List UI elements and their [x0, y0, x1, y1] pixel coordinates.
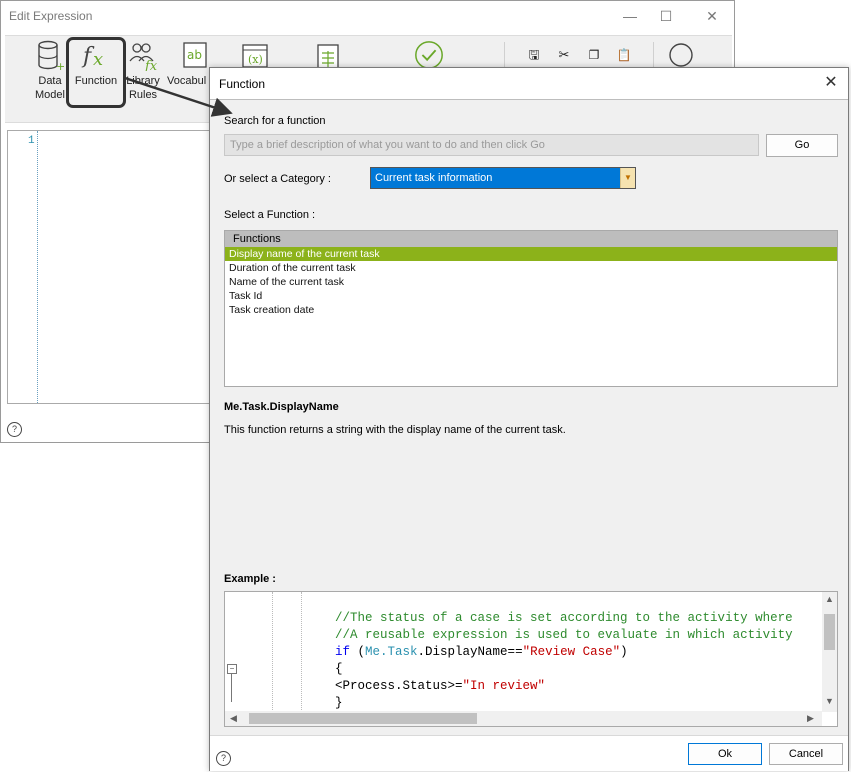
category-value: Current task information	[375, 172, 493, 184]
vertical-scrollbar[interactable]: ▲ ▼	[822, 592, 837, 712]
function-list-item[interactable]: Duration of the current task	[225, 261, 837, 275]
data-model-label-1: Data	[38, 75, 62, 87]
paste-button[interactable]: 📋	[615, 48, 633, 63]
code-gutter	[272, 592, 273, 710]
svg-text:+: +	[56, 60, 64, 71]
editor-gutter	[37, 131, 38, 403]
edit-expression-title: Edit Expression	[9, 9, 93, 23]
code-member: Me.Task	[365, 645, 418, 659]
go-button[interactable]: Go	[766, 134, 838, 157]
category-select[interactable]: Current task information ▼	[370, 167, 636, 189]
example-label: Example :	[224, 573, 276, 585]
minimize-icon[interactable]: —	[617, 3, 643, 29]
example-code: //The status of a case is set according …	[335, 610, 793, 712]
svg-text:(x): (x)	[248, 53, 263, 66]
code-keyword: if	[335, 645, 351, 659]
function-dialog-titlebar: Function ✕	[210, 68, 848, 100]
maximize-icon[interactable]: ☐	[653, 3, 679, 29]
data-model-button[interactable]: + Data Model	[29, 38, 71, 102]
vocabulary-label: Vocabul	[167, 75, 207, 87]
scroll-down-icon[interactable]: ▼	[825, 696, 834, 706]
close-icon[interactable]: ✕	[820, 72, 842, 94]
function-button-highlight	[66, 37, 126, 108]
function-description: This function returns a string with the …	[224, 424, 566, 436]
database-icon: +	[34, 38, 66, 72]
scroll-left-icon[interactable]: ◀	[230, 713, 237, 724]
library-rules-icon: fx	[127, 38, 159, 72]
function-dialog: Function ✕ Search for a function Go Or s…	[209, 67, 849, 771]
vocabulary-button[interactable]: ab Vocabul	[167, 38, 213, 88]
functions-header: Functions	[225, 231, 837, 247]
category-label: Or select a Category :	[224, 173, 331, 185]
library-rules-button[interactable]: fx Library Rules	[125, 38, 161, 102]
code-comment-line: //A reusable expression is used to evalu…	[335, 628, 793, 642]
function-list-item[interactable]: Task Id	[225, 289, 837, 303]
ok-button[interactable]: Ok	[688, 743, 762, 765]
cut-button[interactable]: ✂	[555, 48, 573, 63]
scroll-thumb[interactable]	[824, 614, 835, 650]
code-string: "Review Case"	[522, 645, 621, 659]
code-text: <Process.Status>=	[335, 679, 463, 693]
code-brace-open: {	[335, 662, 343, 676]
code-brace-close: }	[335, 696, 343, 710]
code-status-line: <Process.Status>="In review"	[335, 678, 793, 695]
code-gutter	[301, 592, 302, 710]
function-list-item[interactable]: Task creation date	[225, 303, 837, 317]
function-dialog-footer: ? Ok Cancel	[210, 735, 848, 771]
data-model-label-2: Model	[35, 89, 65, 101]
svg-text:fx: fx	[144, 59, 158, 71]
function-list-item[interactable]: Display name of the current task	[225, 247, 837, 261]
function-dialog-title: Function	[219, 77, 266, 91]
code-if-line: if (Me.Task.DisplayName=="Review Case")	[335, 644, 793, 661]
chevron-down-icon[interactable]: ▼	[620, 168, 635, 188]
collapse-icon[interactable]: −	[227, 664, 237, 674]
search-label: Search for a function	[224, 115, 326, 127]
scroll-right-icon[interactable]: ▶	[807, 713, 814, 724]
horizontal-scrollbar[interactable]: ◀ ▶	[225, 711, 822, 726]
cancel-button[interactable]: Cancel	[769, 743, 843, 765]
save-button[interactable]: 🖫	[525, 48, 543, 63]
code-string: "In review"	[462, 679, 546, 693]
vocabulary-icon: ab	[179, 38, 211, 72]
code-text: .DisplayName==	[417, 645, 523, 659]
example-code-box[interactable]: − //The status of a case is set accordin…	[224, 591, 838, 727]
help-icon[interactable]: ?	[216, 751, 231, 766]
code-text: (	[350, 645, 366, 659]
copy-icon: ❐	[588, 48, 600, 62]
function-list[interactable]: Functions Display name of the current ta…	[224, 230, 838, 387]
select-function-label: Select a Function :	[224, 209, 316, 221]
code-text: )	[620, 645, 628, 659]
library-rules-label-2: Rules	[128, 89, 158, 101]
close-icon[interactable]: ✕	[699, 3, 725, 29]
search-input[interactable]	[224, 134, 759, 156]
copy-button[interactable]: ❐	[585, 48, 603, 63]
line-number: 1	[28, 135, 35, 147]
scissors-icon: ✂	[558, 47, 570, 62]
library-rules-label-1: Library	[126, 75, 160, 87]
save-icon: 🖫	[528, 47, 540, 62]
help-icon[interactable]: ?	[7, 422, 22, 437]
scroll-up-icon[interactable]: ▲	[825, 594, 834, 604]
fold-guide	[231, 674, 232, 702]
code-comment-line: //The status of a case is set according …	[335, 611, 793, 625]
function-name: Me.Task.DisplayName	[224, 401, 339, 413]
function-list-item[interactable]: Name of the current task	[225, 275, 837, 289]
svg-text:ab: ab	[187, 48, 202, 62]
function-dialog-body: Search for a function Go Or select a Cat…	[210, 100, 848, 735]
scroll-thumb[interactable]	[249, 713, 477, 724]
clipboard-icon: 📋	[616, 48, 632, 62]
